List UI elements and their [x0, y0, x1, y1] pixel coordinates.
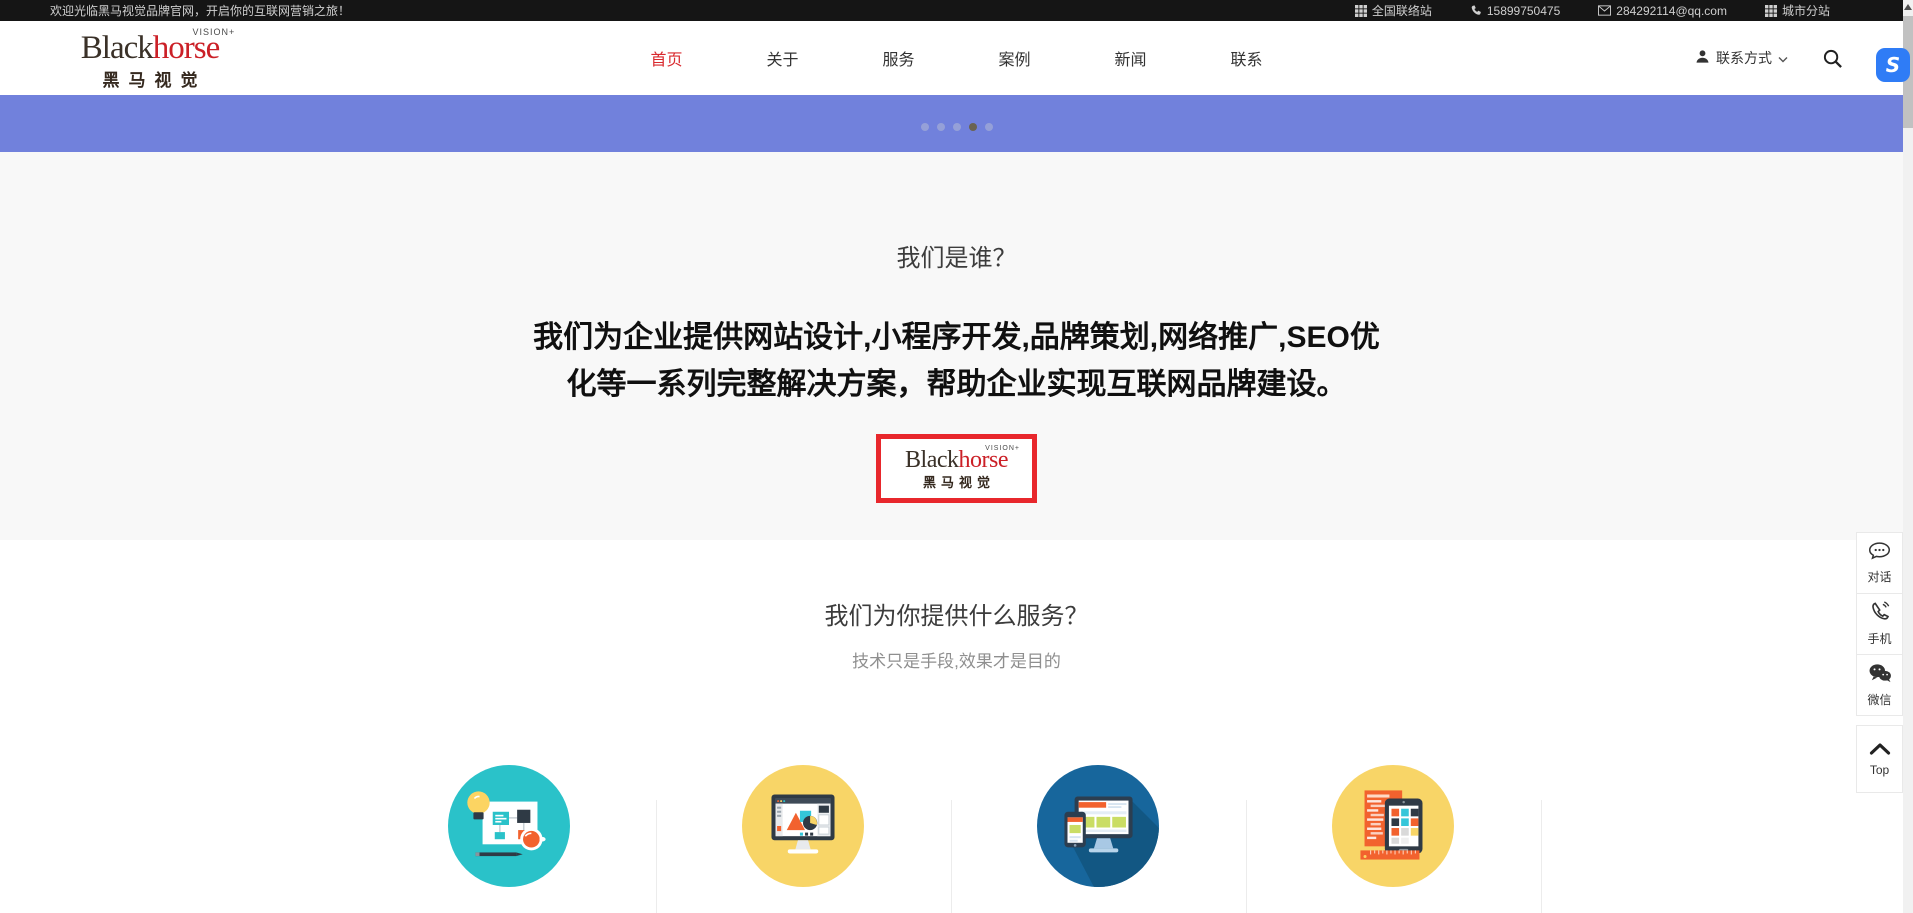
chat-label: 对话	[1867, 568, 1891, 585]
topbar-link-label: 全国联络站	[1372, 2, 1432, 19]
mobile-icon	[1869, 601, 1890, 627]
grid-icon	[1765, 5, 1777, 17]
logo-chinese-name: 黑马视觉	[55, 66, 245, 91]
wechat-label: 微信	[1867, 691, 1891, 708]
logo-box-banner[interactable]: BlackhorseVISION+ 黑马视觉	[876, 434, 1037, 503]
description-line: 化等一系列完整解决方案，帮助企业实现互联网品牌建设。	[567, 368, 1347, 401]
phone-icon	[1470, 5, 1482, 17]
mobile-label: 手机	[1867, 630, 1891, 647]
menu-item-cases[interactable]: 案例	[999, 46, 1031, 70]
service-item-responsive[interactable]	[1037, 765, 1159, 887]
design-illustration	[742, 765, 864, 887]
logo-vision-tag: VISION+	[985, 445, 1020, 452]
service-divider	[656, 800, 657, 913]
carousel-dot[interactable]	[953, 123, 961, 131]
app-illustration	[1332, 765, 1454, 887]
services-section: 我们为你提供什么服务？ 技术只是手段,效果才是目的	[0, 540, 1913, 913]
planning-illustration	[448, 765, 570, 887]
service-divider	[1541, 800, 1542, 913]
topbar-links: 全国联络站 15899750475 284292114@qq.com 城市分站	[1355, 2, 1830, 19]
section-title: 我们为你提供什么服务？	[0, 540, 1913, 631]
section-subtitle: 技术只是手段,效果才是目的	[0, 647, 1913, 672]
chevron-up-icon	[1869, 742, 1891, 760]
logo-vision-tag: VISION+	[192, 28, 235, 37]
scrollbar[interactable]	[1903, 0, 1913, 913]
nav-right-group: 联系方式	[1695, 21, 1843, 95]
floating-toolbar: 对话 手机 微信 Top	[1856, 533, 1903, 793]
topbar-link-label: 城市分站	[1782, 2, 1830, 19]
company-description: 我们为企业提供网站设计,小程序开发,品牌策划,网络推广,SEO优 化等一系列完整…	[0, 315, 1913, 408]
description-line: 我们为企业提供网站设计,小程序开发,品牌策划,网络推广,SEO优	[533, 321, 1380, 354]
chat-button[interactable]: 对话	[1856, 532, 1903, 594]
chevron-down-icon	[1778, 50, 1788, 66]
hero-carousel	[0, 95, 1913, 152]
section-title: 我们是谁？	[0, 152, 1913, 273]
carousel-dot[interactable]	[937, 123, 945, 131]
contact-dropdown-label: 联系方式	[1716, 48, 1772, 68]
scrollbar-up-arrow[interactable]	[1904, 4, 1912, 10]
service-divider	[1246, 800, 1247, 913]
topbar: 欢迎光临黑马视觉品牌官网，开启你的互联网营销之旅！ 全国联络站 15899750…	[0, 0, 1913, 21]
service-item-design[interactable]	[742, 765, 864, 887]
menu-item-home[interactable]: 首页	[650, 46, 682, 70]
mobile-button[interactable]: 手机	[1856, 593, 1903, 655]
main-menu: 首页 关于 服务 案例 新闻 联系	[650, 21, 1262, 95]
logo-wordmark: BlackhorseVISION+	[81, 32, 219, 65]
welcome-text: 欢迎光临黑马视觉品牌官网，开启你的互联网营销之旅！	[50, 2, 350, 19]
service-divider	[951, 800, 952, 913]
page: 欢迎光临黑马视觉品牌官网，开启你的互联网营销之旅！ 全国联络站 15899750…	[0, 0, 1913, 913]
menu-item-about[interactable]: 关于	[766, 46, 798, 70]
service-item-planning[interactable]	[448, 765, 570, 887]
carousel-dot-active[interactable]	[969, 123, 977, 131]
back-to-top-button[interactable]: Top	[1856, 725, 1903, 793]
menu-item-news[interactable]: 新闻	[1115, 46, 1147, 70]
who-we-are-section: 我们是谁？ 我们为企业提供网站设计,小程序开发,品牌策划,网络推广,SEO优 化…	[0, 152, 1913, 540]
navbar: BlackhorseVISION+ 黑马视觉 首页 关于 服务 案例 新闻 联系…	[0, 21, 1913, 95]
email-link[interactable]: 284292114@qq.com	[1598, 4, 1727, 18]
menu-item-service[interactable]: 服务	[882, 46, 914, 70]
carousel-dot[interactable]	[921, 123, 929, 131]
user-icon	[1695, 49, 1710, 67]
logo-wordmark: BlackhorseVISION+	[905, 448, 1008, 472]
menu-item-contact[interactable]: 联系	[1231, 46, 1263, 70]
mail-icon	[1598, 5, 1611, 16]
site-logo[interactable]: BlackhorseVISION+ 黑马视觉	[55, 32, 245, 91]
city-branch-link[interactable]: 城市分站	[1765, 2, 1830, 19]
topbar-link-label: 15899750475	[1487, 4, 1560, 18]
contact-dropdown[interactable]: 联系方式	[1695, 48, 1788, 68]
extension-badge-icon[interactable]: S	[1876, 48, 1910, 82]
chat-icon	[1868, 542, 1891, 565]
grid-icon	[1355, 5, 1367, 17]
logo-chinese-name: 黑马视觉	[905, 472, 1008, 491]
service-item-app[interactable]	[1332, 765, 1454, 887]
carousel-dots	[921, 123, 993, 131]
topbar-link-label: 284292114@qq.com	[1616, 4, 1727, 18]
national-network-link[interactable]: 全国联络站	[1355, 2, 1432, 19]
responsive-illustration	[1037, 765, 1159, 887]
phone-number-link[interactable]: 15899750475	[1470, 4, 1560, 18]
top-label: Top	[1870, 763, 1889, 777]
search-icon[interactable]	[1822, 48, 1843, 69]
carousel-dot[interactable]	[985, 123, 993, 131]
wechat-button[interactable]: 微信	[1856, 654, 1903, 716]
wechat-icon	[1868, 663, 1892, 688]
